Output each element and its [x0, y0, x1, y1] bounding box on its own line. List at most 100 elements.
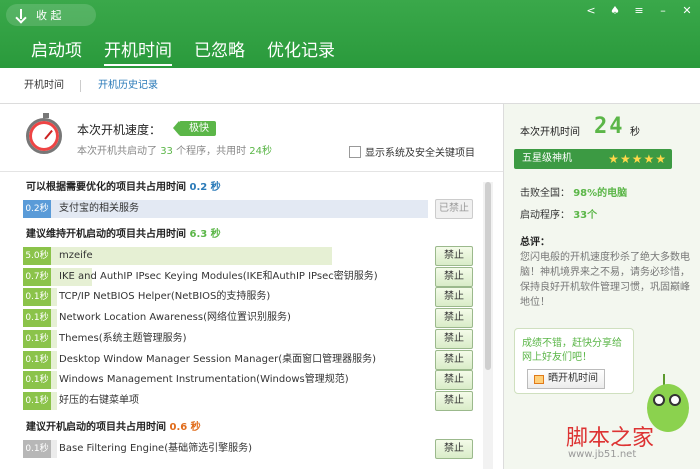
list-item: 0.1秒 Windows Management Instrumentation(W… [23, 370, 473, 391]
programs-line: 启动程序： 33个 [520, 206, 597, 221]
rating-stars: ★ ★ ★ ★ ★ [608, 152, 666, 166]
item-name: Network Location Awareness(网络位置识别服务) [59, 312, 291, 324]
programs-label: 启动程序： [520, 210, 570, 221]
section-title: 建议开机启动的项目共占用时间 0.6 秒 [26, 418, 201, 433]
rank-badge: 五星级神机 ★ ★ ★ ★ ★ [514, 149, 672, 169]
item-name: Windows Management Instrumentation(Windo… [59, 374, 349, 386]
tab-startup-items[interactable]: 启动项 [20, 38, 93, 68]
share-boot-time-button[interactable]: 晒开机时间 [527, 369, 605, 389]
duration-badge: 5.0秒 [23, 247, 51, 265]
mascot-eye [653, 394, 665, 406]
item-name: mzeife [59, 250, 93, 261]
checkbox-icon[interactable] [349, 145, 361, 158]
disable-button[interactable]: 禁止 [435, 370, 473, 391]
beat-line: 击败全国： 98%的电脑 [520, 184, 627, 199]
duration-badge: 0.1秒 [23, 309, 51, 328]
section-title-text: 可以根据需要优化的项目共占用时间 [26, 182, 186, 193]
speed-badge: 极快 [173, 121, 216, 136]
comment-text: 您闪电般的开机速度秒杀了绝大多数电脑！神机境界来之不易，请务必珍惜，保持良好开机… [520, 252, 690, 308]
detail-prefix: 本次开机共启动了 [77, 146, 157, 157]
section-title: 可以根据需要优化的项目共占用时间 0.2 秒 [26, 178, 221, 193]
show-system-toggle[interactable]: 显示系统及安全关键项目 [349, 144, 475, 159]
duration-badge: 0.1秒 [23, 329, 51, 348]
list-item: 0.1秒 Base Filtering Engine(基础筛选引擎服务) 禁止 [23, 439, 473, 459]
watermark-logo: 脚本之家 [566, 426, 655, 451]
show-system-label: 显示系统及安全关键项目 [365, 148, 475, 159]
comment-title: 总评： [520, 237, 550, 248]
boot-time-unit: 秒 [630, 127, 640, 138]
list-item: 0.2秒 支付宝的相关服务 已禁止 [23, 199, 473, 219]
menu-icon[interactable]: ≡ [632, 4, 646, 17]
list-item: 0.7秒 IKE and AuthIP IPsec Keying Modules(… [23, 266, 473, 287]
duration-badge: 0.2秒 [23, 200, 51, 218]
list-item: 0.1秒 Themes(系统主题管理服务) 禁止 [23, 328, 473, 349]
skin-icon[interactable]: ♠ [608, 4, 622, 17]
section-time: 0.6 秒 [169, 422, 201, 433]
disable-button[interactable]: 禁止 [435, 390, 473, 411]
share-bubble: 成绩不错，赶快分享给网上好友们吧！ 晒开机时间 [514, 328, 634, 394]
collapse-button[interactable]: 收 起 [6, 4, 96, 26]
disable-button[interactable]: 禁止 [435, 349, 473, 370]
section-time: 0.2 秒 [189, 182, 221, 193]
subtab-boot-time[interactable]: 开机时间 [24, 68, 64, 104]
programs-value: 33个 [573, 210, 598, 221]
stopwatch-icon [26, 113, 62, 154]
item-name: 好压的右键菜单项 [59, 394, 139, 406]
section-title-text: 建议维持开机启动的项目共占用时间 [26, 229, 186, 240]
disable-button[interactable]: 禁止 [435, 287, 473, 308]
disable-button[interactable]: 禁止 [435, 439, 473, 459]
duration-badge: 0.1秒 [23, 288, 51, 307]
section-time: 6.3 秒 [189, 229, 221, 240]
disable-button[interactable]: 禁止 [435, 328, 473, 349]
boot-time-value: 24 [594, 114, 625, 139]
list-item: 5.0秒 mzeife 禁止 [23, 246, 473, 266]
share-icon[interactable]: < [584, 4, 598, 17]
disabled-button: 已禁止 [435, 199, 473, 219]
disable-button[interactable]: 禁止 [435, 246, 473, 266]
boot-summary: 本次开机速度： 极快 本次开机共启动了 33 个程序，共用时 24秒 显示系统及… [0, 104, 503, 172]
subtab-boot-history[interactable]: 开机历史记录 [98, 68, 158, 104]
item-name: Base Filtering Engine(基础筛选引擎服务) [59, 443, 253, 454]
disable-button[interactable]: 禁止 [435, 308, 473, 329]
star-icon: ★ [631, 152, 643, 166]
tab-optimize-history[interactable]: 优化记录 [256, 38, 346, 68]
minimize-icon[interactable]: – [656, 4, 670, 17]
list-item: 0.1秒 Network Location Awareness(网络位置识别服务)… [23, 308, 473, 329]
arrow-down-icon [14, 8, 28, 22]
star-icon: ★ [619, 152, 631, 166]
sub-navigation: 开机时间 开机历史记录 [0, 68, 700, 104]
item-name: IKE and AuthIP IPsec Keying Modules(IKE和… [59, 270, 378, 282]
app-header: 收 起 < ♠ ≡ – ✕ 启动项 开机时间 已忽略 优化记录 [0, 0, 700, 68]
window-controls: < ♠ ≡ – ✕ [584, 4, 694, 17]
beat-value: 98%的电脑 [573, 188, 628, 199]
share-text: 成绩不错，赶快分享给网上好友们吧！ [522, 338, 622, 363]
boot-time-panel: 本次开机速度： 极快 本次开机共启动了 33 个程序，共用时 24秒 显示系统及… [0, 104, 503, 469]
duration-badge: 0.1秒 [23, 350, 51, 369]
scrollbar[interactable] [483, 182, 493, 469]
close-icon[interactable]: ✕ [680, 4, 694, 17]
item-name: 支付宝的相关服务 [59, 203, 139, 214]
section-title-text: 建议开机启动的项目共占用时间 [26, 422, 166, 433]
total-time: 24秒 [249, 146, 273, 157]
watermark-url: www.jb51.net [568, 449, 637, 460]
rank-label: 五星级神机 [522, 153, 572, 164]
item-name: TCP/IP NetBIOS Helper(NetBIOS的支持服务) [59, 291, 271, 303]
program-count: 33 [160, 146, 173, 157]
scrollbar-thumb[interactable] [485, 182, 491, 370]
tab-ignored[interactable]: 已忽略 [183, 38, 256, 68]
duration-badge: 0.1秒 [23, 391, 51, 410]
photo-icon [534, 374, 544, 384]
detail-mid: 个程序，共用时 [176, 146, 247, 157]
section-title: 建议维持开机启动的项目共占用时间 6.3 秒 [26, 225, 221, 240]
disable-button[interactable]: 禁止 [435, 266, 473, 287]
list-item: 0.1秒 Desktop Window Manager Session Manag… [23, 349, 473, 370]
list-item: 0.1秒 好压的右键菜单项 禁止 [23, 390, 473, 411]
subnav-divider [80, 80, 81, 92]
tab-boot-time[interactable]: 开机时间 [93, 38, 183, 68]
main-tabs: 启动项 开机时间 已忽略 优化记录 [20, 38, 346, 68]
duration-badge: 0.1秒 [23, 371, 51, 390]
speed-title: 本次开机速度： [77, 123, 162, 137]
speed-detail: 本次开机共启动了 33 个程序，共用时 24秒 [77, 142, 272, 157]
star-icon: ★ [608, 152, 619, 166]
item-name: Themes(系统主题管理服务) [59, 332, 187, 344]
